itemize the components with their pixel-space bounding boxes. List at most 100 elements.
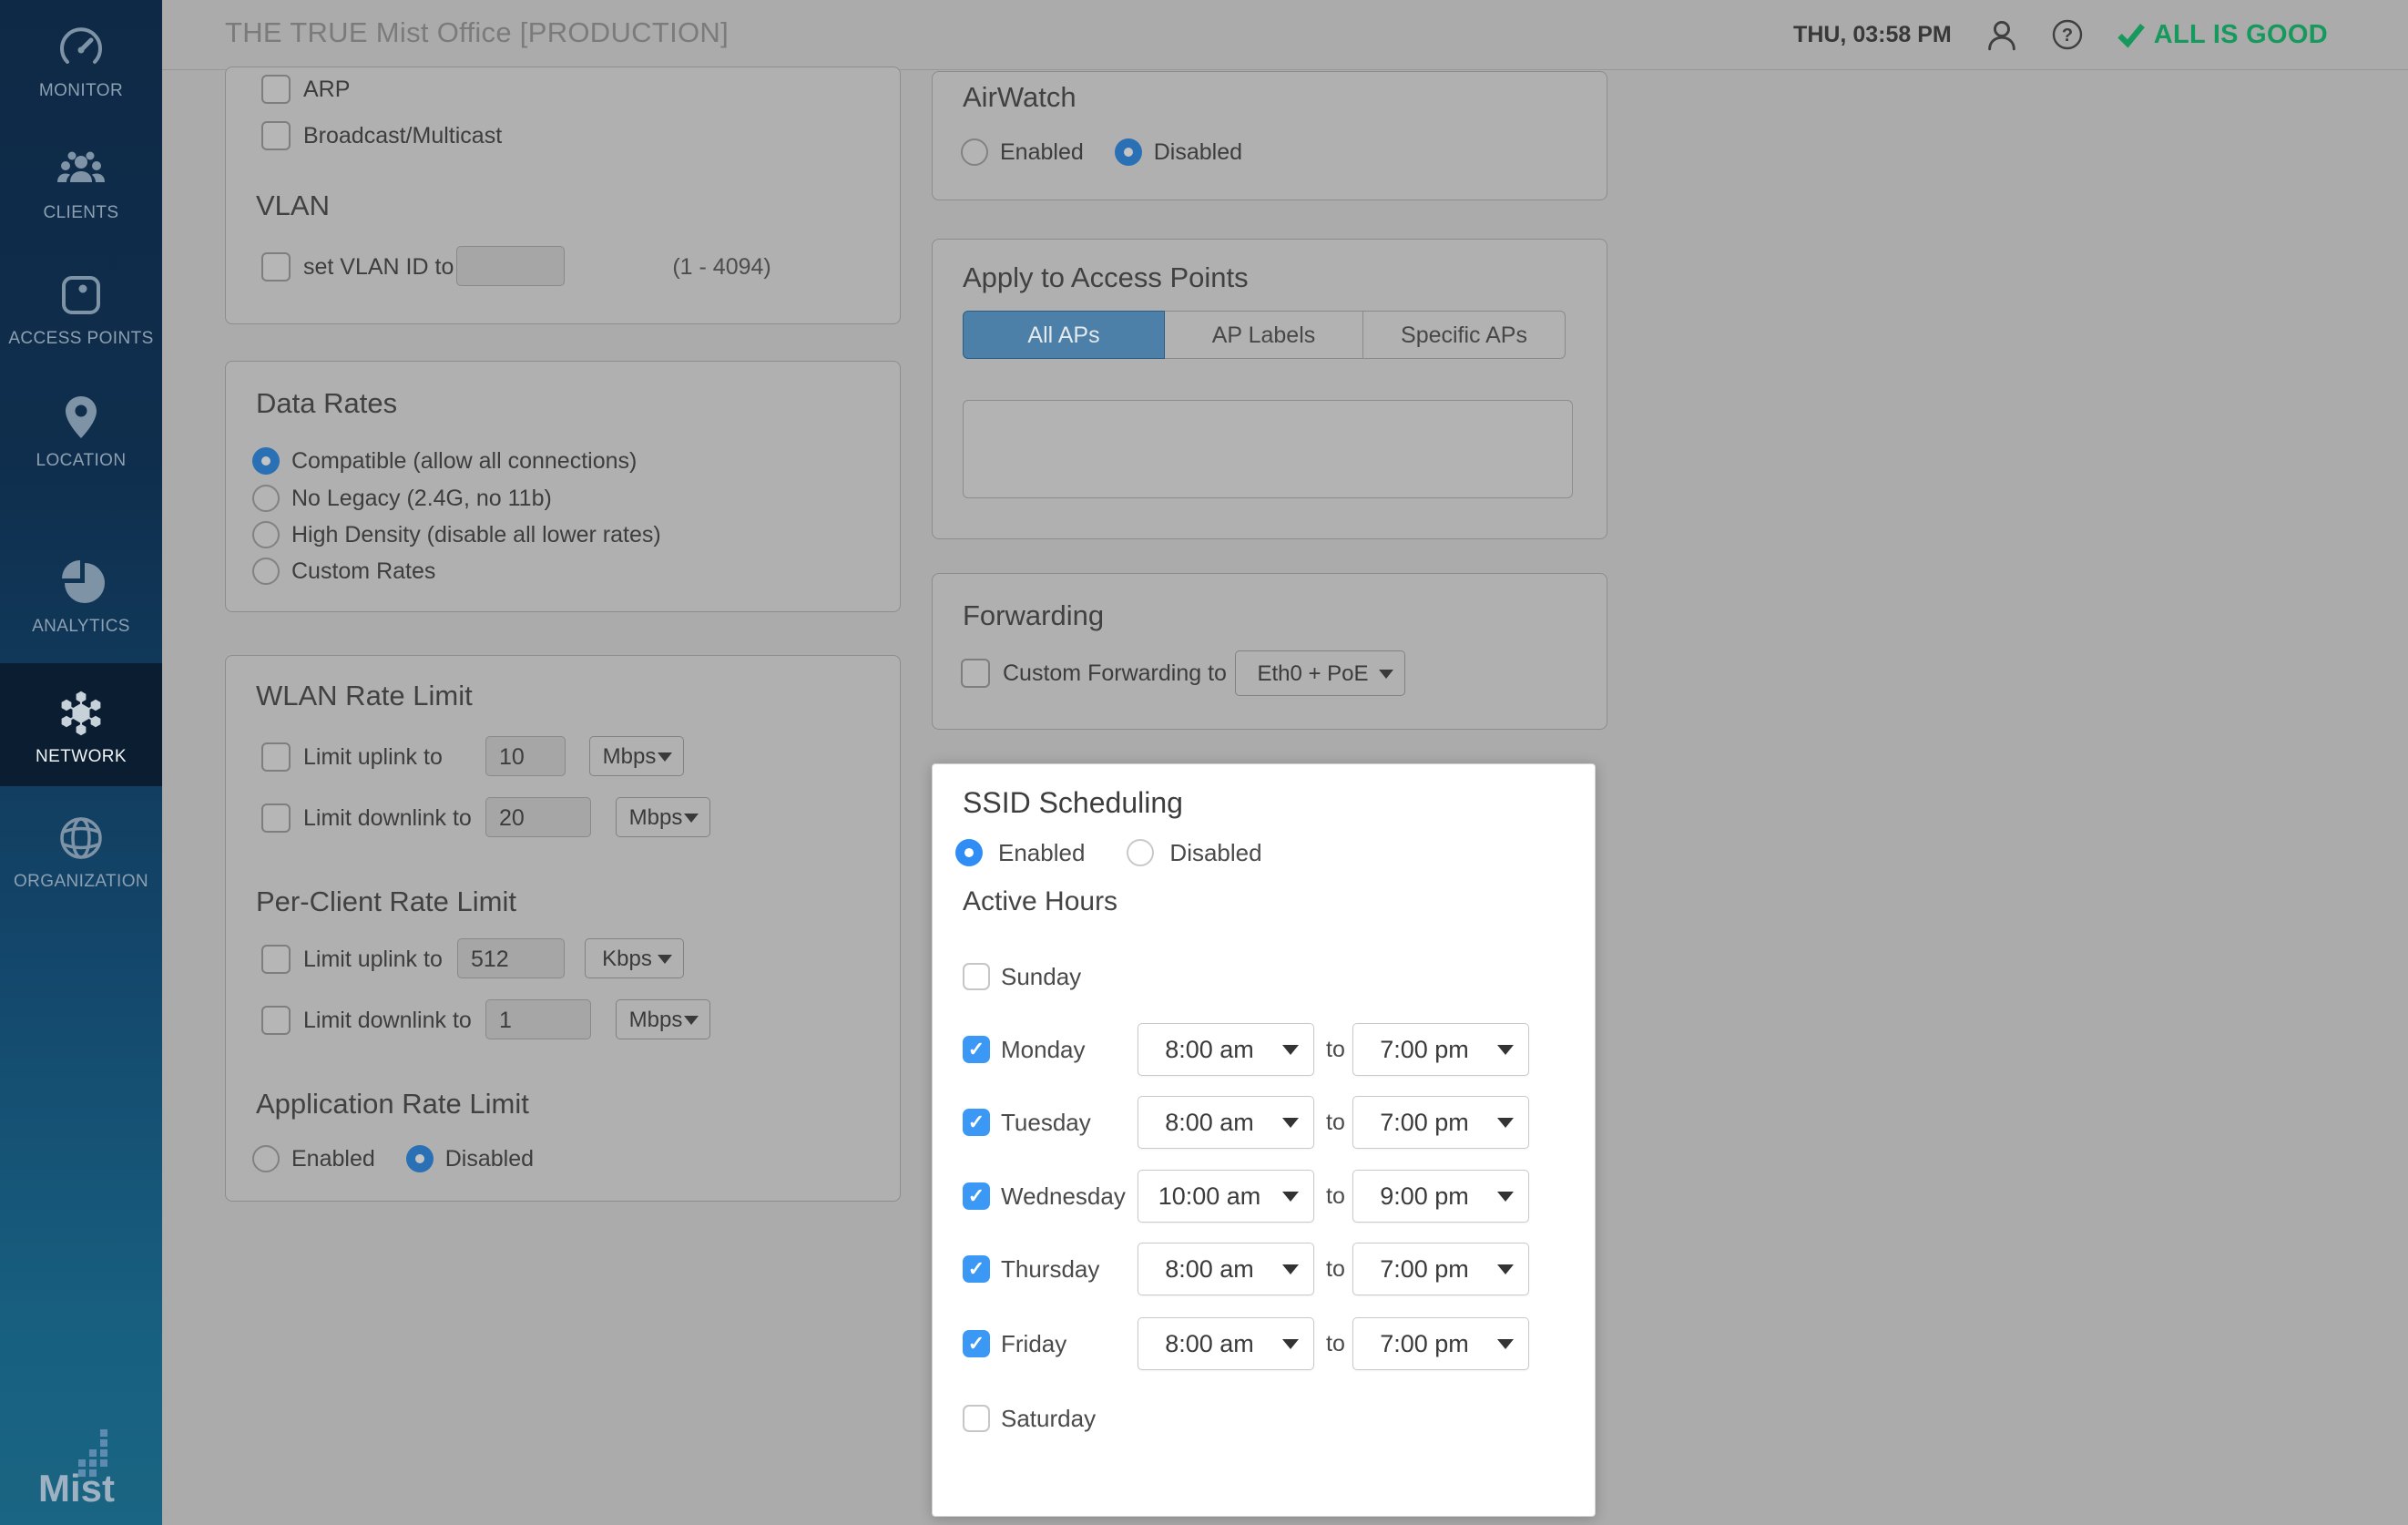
- active-hours-heading: Active Hours: [963, 886, 1117, 917]
- pie-chart-icon: [56, 558, 107, 609]
- forwarding-select[interactable]: Eth0 + PoE: [1235, 650, 1405, 696]
- tuesday-label: Tuesday: [1001, 1096, 1091, 1149]
- custom-forwarding-label: Custom Forwarding to: [1003, 660, 1227, 687]
- help-icon[interactable]: ?: [2052, 19, 2083, 50]
- dropdown-caret-icon: [1497, 1264, 1514, 1274]
- tuesday-end-select[interactable]: 7:00 pm: [1352, 1096, 1529, 1149]
- scheduling-enabled-radio[interactable]: [955, 839, 983, 866]
- dropdown-caret-icon: [1282, 1118, 1299, 1128]
- per-client-downlink-checkbox[interactable]: [261, 1006, 291, 1035]
- schedule-row-sunday: Sunday: [933, 950, 1595, 1003]
- application-rate-limit-heading: Application Rate Limit: [256, 1088, 529, 1121]
- airwatch-disabled-label: Disabled: [1154, 139, 1242, 166]
- ap-selection-box[interactable]: [963, 400, 1573, 498]
- dropdown-caret-icon: [1497, 1118, 1514, 1128]
- data-rate-compatible-radio[interactable]: [252, 447, 280, 475]
- wednesday-end-select[interactable]: 9:00 pm: [1352, 1170, 1529, 1223]
- arp-label: ARP: [303, 77, 350, 103]
- svg-text:Mist: Mist: [38, 1467, 115, 1505]
- tab-all-aps[interactable]: All APs: [963, 311, 1165, 359]
- per-client-uplink-unit-select[interactable]: Kbps: [585, 938, 684, 978]
- sidebar-item-label: ACCESS POINTS: [8, 329, 153, 349]
- data-rate-no-legacy-label: No Legacy (2.4G, no 11b): [291, 486, 552, 512]
- sidebar-item-clients[interactable]: CLIENTS: [0, 144, 162, 223]
- tuesday-start-select[interactable]: 8:00 am: [1138, 1096, 1314, 1149]
- monday-start-select[interactable]: 8:00 am: [1138, 1023, 1314, 1076]
- thursday-start-select[interactable]: 8:00 am: [1138, 1243, 1314, 1295]
- wlan-downlink-unit-select[interactable]: Mbps: [616, 797, 710, 837]
- dropdown-caret-icon: [1282, 1264, 1299, 1274]
- user-icon[interactable]: [1986, 19, 2017, 50]
- vlan-heading: VLAN: [256, 189, 330, 222]
- sunday-checkbox[interactable]: [963, 963, 990, 990]
- dropdown-caret-icon: [684, 814, 699, 823]
- wednesday-label: Wednesday: [1001, 1170, 1126, 1223]
- per-client-uplink-checkbox[interactable]: [261, 945, 291, 974]
- sidebar-item-network[interactable]: NETWORK: [0, 663, 162, 786]
- friday-end-select[interactable]: 7:00 pm: [1352, 1317, 1529, 1370]
- scheduling-disabled-radio[interactable]: [1127, 839, 1154, 866]
- per-client-downlink-unit-select[interactable]: Mbps: [616, 999, 710, 1039]
- sidebar-item-access-points[interactable]: ACCESS POINTS: [0, 270, 162, 349]
- broadcast-multicast-label: Broadcast/Multicast: [303, 123, 502, 149]
- friday-checkbox[interactable]: ✓: [963, 1330, 990, 1357]
- sunday-label: Sunday: [1001, 950, 1081, 1003]
- wlan-uplink-checkbox[interactable]: [261, 742, 291, 772]
- tab-specific-aps[interactable]: Specific APs: [1362, 311, 1566, 359]
- wednesday-checkbox[interactable]: ✓: [963, 1182, 990, 1210]
- wlan-downlink-checkbox[interactable]: [261, 803, 291, 833]
- sidebar-item-analytics[interactable]: ANALYTICS: [0, 558, 162, 637]
- vlan-id-label: set VLAN ID to: [303, 254, 454, 281]
- to-label: to: [1326, 1243, 1345, 1295]
- wlan-uplink-unit-select[interactable]: Mbps: [589, 736, 684, 776]
- airwatch-enabled-label: Enabled: [1000, 139, 1084, 166]
- vlan-id-input[interactable]: [456, 246, 565, 286]
- airwatch-disabled-radio[interactable]: [1115, 138, 1142, 166]
- per-client-downlink-value-input[interactable]: 1: [485, 999, 591, 1039]
- sidebar-item-location[interactable]: LOCATION: [0, 392, 162, 471]
- app-rate-disabled-label: Disabled: [445, 1146, 534, 1172]
- airwatch-enabled-radio[interactable]: [961, 138, 988, 166]
- saturday-checkbox[interactable]: [963, 1405, 990, 1432]
- tuesday-checkbox[interactable]: ✓: [963, 1109, 990, 1136]
- wlan-uplink-value-input[interactable]: 10: [485, 736, 566, 776]
- broadcast-multicast-checkbox[interactable]: [261, 121, 291, 150]
- schedule-row-saturday: Saturday: [933, 1392, 1595, 1445]
- sidebar: MONITOR CLIENTS ACCESS POINTS: [0, 0, 162, 1525]
- sidebar-item-organization[interactable]: ORGANIZATION: [0, 813, 162, 892]
- to-label: to: [1326, 1096, 1345, 1149]
- status-text: ALL IS GOOD: [2154, 20, 2328, 50]
- thursday-end-select[interactable]: 7:00 pm: [1352, 1243, 1529, 1295]
- tab-ap-labels[interactable]: AP Labels: [1164, 311, 1363, 359]
- wednesday-start-select[interactable]: 10:00 am: [1138, 1170, 1314, 1223]
- sidebar-item-label: ANALYTICS: [32, 617, 130, 637]
- status-badge[interactable]: ALL IS GOOD: [2117, 20, 2328, 50]
- vlan-id-checkbox[interactable]: [261, 252, 291, 281]
- clock-text: THU, 03:58 PM: [1793, 22, 1952, 48]
- per-client-uplink-value-input[interactable]: 512: [457, 938, 565, 978]
- data-rate-high-density-radio[interactable]: [252, 521, 280, 548]
- monday-checkbox[interactable]: ✓: [963, 1036, 990, 1063]
- ssid-scheduling-modal: SSID Scheduling Enabled Disabled Active …: [932, 763, 1596, 1517]
- wlan-downlink-value-input[interactable]: 20: [485, 797, 591, 837]
- people-icon: [56, 144, 107, 195]
- custom-forwarding-checkbox[interactable]: [961, 659, 990, 688]
- check-icon: [2117, 21, 2145, 48]
- globe-icon: [56, 813, 107, 864]
- data-rate-high-density-label: High Density (disable all lower rates): [291, 522, 661, 548]
- network-icon: [56, 688, 107, 739]
- arp-checkbox[interactable]: [261, 75, 291, 104]
- friday-start-select[interactable]: 8:00 am: [1138, 1317, 1314, 1370]
- per-client-downlink-label: Limit downlink to: [303, 1008, 472, 1034]
- sidebar-item-monitor[interactable]: MONITOR: [0, 22, 162, 101]
- data-rate-no-legacy-radio[interactable]: [252, 485, 280, 512]
- wlan-rate-limit-heading: WLAN Rate Limit: [256, 680, 473, 712]
- thursday-checkbox[interactable]: ✓: [963, 1255, 990, 1283]
- app-rate-enabled-radio[interactable]: [252, 1145, 280, 1172]
- monday-end-select[interactable]: 7:00 pm: [1352, 1023, 1529, 1076]
- forwarding-heading: Forwarding: [963, 599, 1104, 632]
- data-rate-custom-radio[interactable]: [252, 558, 280, 585]
- thursday-label: Thursday: [1001, 1243, 1099, 1295]
- dropdown-caret-icon: [684, 1016, 699, 1025]
- app-rate-disabled-radio[interactable]: [406, 1145, 434, 1172]
